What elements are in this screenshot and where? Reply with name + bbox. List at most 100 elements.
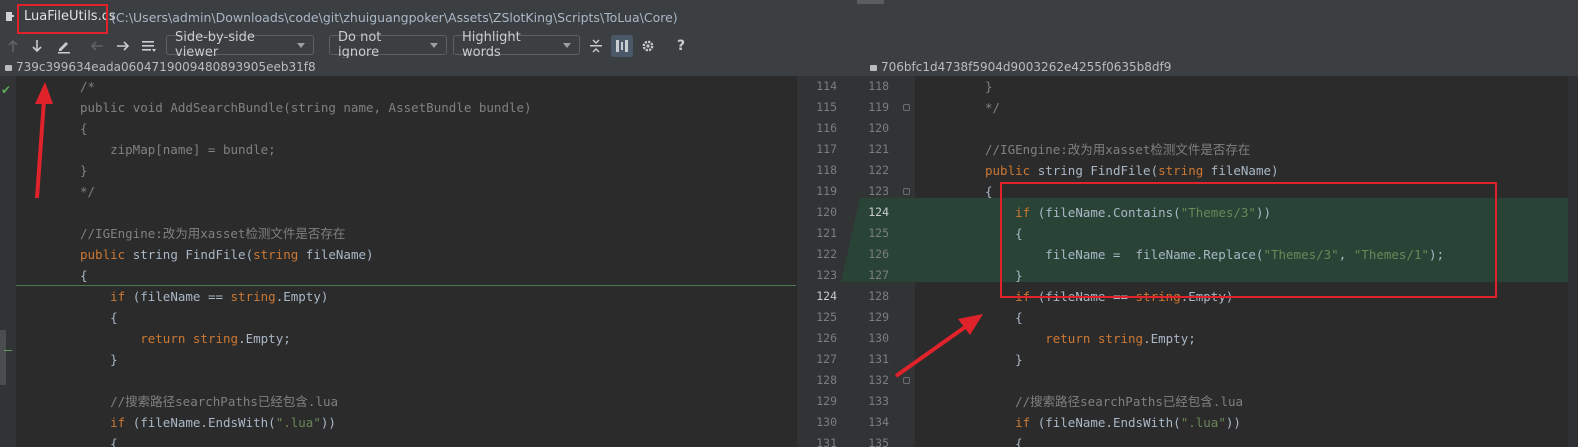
right-line-number: 135 [868, 436, 889, 447]
help-button[interactable]: ? [671, 34, 691, 58]
left-editor-pane[interactable]: ✔ /* public void AddSearchBundle(string n… [0, 76, 797, 447]
left-line-number: 115 [816, 100, 837, 114]
checkmark-icon: ✔ [1, 83, 12, 97]
left-line-number: 131 [816, 436, 837, 447]
code-token: if [1015, 415, 1038, 430]
left-revision: 739c399634eada0604719009480893905eeb31f8 [5, 60, 316, 74]
code-token: { [80, 268, 88, 283]
code-token: void AddSearchBundle(string name, AssetB… [132, 100, 532, 115]
right-line-number: 125 [868, 226, 889, 240]
collapse-unchanged-button[interactable] [586, 34, 606, 58]
code-token: //IGEngine:改为用xasset检测文件是否存在 [80, 226, 346, 241]
code-token: public [985, 163, 1038, 178]
right-line-number: 129 [868, 310, 889, 324]
sync-scroll-toggle[interactable] [611, 35, 633, 57]
code-line: zipMap[name] = bundle; [80, 139, 276, 160]
code-line: if (fileName.EndsWith(".lua")) [985, 412, 1241, 433]
highlight-mode-dropdown[interactable]: Highlight words [453, 30, 580, 60]
fold-marker-icon[interactable] [903, 188, 910, 195]
code-token: /* [80, 79, 96, 94]
right-line-number: 119 [868, 100, 889, 114]
code-token: (fileName == [132, 289, 231, 304]
code-token: return [1045, 331, 1098, 346]
code-token: //搜索路径searchPaths已经包含.lua [80, 394, 339, 409]
left-line-number: 130 [816, 415, 837, 429]
viewer-mode-dropdown[interactable]: Side-by-side viewer [166, 30, 314, 60]
right-line-number: 121 [868, 142, 889, 156]
next-file-button[interactable] [113, 34, 133, 58]
right-line-number: 118 [868, 79, 889, 93]
left-gutter [0, 76, 16, 447]
previous-difference-button[interactable] [4, 34, 22, 58]
code-token: { [80, 436, 118, 447]
code-line: if (fileName.EndsWith(".lua")) [80, 412, 336, 433]
left-line-number: 117 [816, 142, 837, 156]
left-line-number: 126 [816, 331, 837, 345]
edit-source-button[interactable] [54, 34, 74, 58]
settings-button[interactable] [638, 34, 658, 58]
scroll-marker [0, 330, 6, 385]
code-token: ".lua" [1180, 415, 1226, 430]
code-line: { [80, 118, 88, 139]
chevron-down-icon [430, 42, 438, 48]
code-line: } [985, 76, 993, 97]
code-token: string [192, 331, 239, 346]
code-token: .Empty) [275, 289, 329, 304]
right-line-number: 128 [868, 289, 889, 303]
left-line-number: 128 [816, 373, 837, 387]
code-line: } [80, 160, 88, 181]
arrow-left-icon [90, 41, 103, 51]
code-token: .Empty; [238, 331, 291, 346]
right-line-number: 120 [868, 121, 889, 135]
code-token: } [80, 163, 88, 178]
file-list-button[interactable] [139, 34, 159, 58]
right-line-number: 126 [868, 247, 889, 261]
code-line: public string FindFile(string fileName) [985, 160, 1279, 181]
left-line-number: 123 [816, 268, 837, 282]
next-difference-button[interactable] [28, 34, 46, 58]
right-line-number: 127 [868, 268, 889, 282]
collapse-icon [590, 39, 602, 53]
right-revision: 706bfc1d4738f5904d9003262e4255f0635b8df9 [870, 60, 1171, 74]
fold-marker-icon[interactable] [903, 104, 910, 111]
code-line: //IGEngine:改为用xasset检测文件是否存在 [985, 139, 1250, 160]
code-token: string FindFile( [132, 247, 254, 262]
code-line: return string.Empty; [80, 328, 291, 349]
right-line-number: 134 [868, 415, 889, 429]
code-line: public void AddSearchBundle(string name,… [80, 97, 532, 118]
code-line: } [80, 349, 118, 370]
diff-toolbar: Side-by-side viewer Do not ignore Highli… [0, 30, 1578, 60]
code-token: ".lua" [275, 415, 321, 430]
window-resize-handle[interactable] [857, 0, 884, 4]
code-token: if [110, 415, 133, 430]
annotation-box-filename [17, 4, 108, 34]
code-token: (fileName.EndsWith( [132, 415, 276, 430]
right-line-number: 122 [868, 163, 889, 177]
code-token: if [110, 289, 133, 304]
ignore-mode-dropdown[interactable]: Do not ignore [329, 30, 447, 60]
code-token: { [985, 436, 1023, 447]
code-line: { [80, 433, 118, 447]
vertical-scrollbar[interactable] [1568, 76, 1578, 447]
gear-icon [642, 40, 654, 52]
code-token: } [985, 79, 993, 94]
left-line-number: 119 [816, 184, 837, 198]
list-icon [142, 41, 156, 52]
code-token: fileName) [305, 247, 374, 262]
code-token: (fileName.EndsWith( [1037, 415, 1181, 430]
annotation-box-changes [1000, 182, 1497, 298]
right-revision-hash: 706bfc1d4738f5904d9003262e4255f0635b8df9 [881, 60, 1172, 74]
code-token: { [80, 310, 118, 325]
fold-marker-icon[interactable] [903, 377, 910, 384]
code-token: */ [80, 184, 96, 199]
arrow-up-icon [8, 39, 18, 52]
left-line-number: 127 [816, 352, 837, 366]
file-path: (C:\Users\admin\Downloads\code\git\zhuig… [111, 10, 678, 25]
code-line: if (fileName == string.Empty) [80, 286, 328, 307]
right-line-number: 124 [868, 205, 889, 219]
previous-file-button[interactable] [87, 34, 107, 58]
code-token: { [985, 184, 993, 199]
